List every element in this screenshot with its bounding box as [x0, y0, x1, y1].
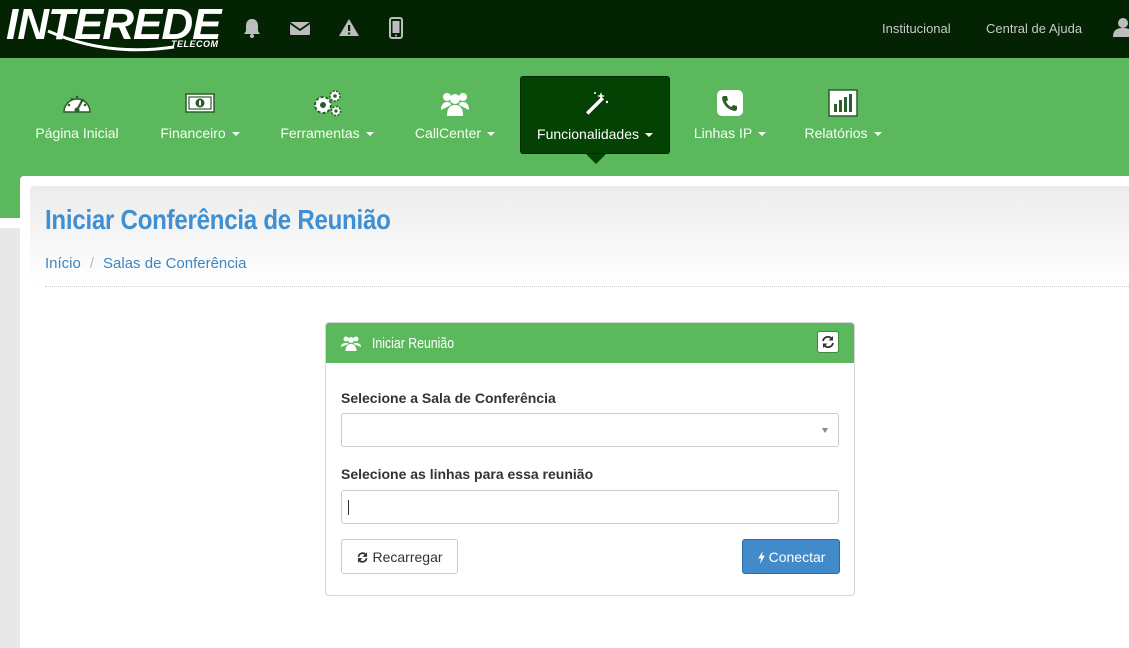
magic-wand-icon [585, 92, 609, 115]
lines-input-label: Selecione as linhas para essa reunião [341, 466, 594, 482]
caret-down-icon [365, 132, 374, 137]
brand-sub: TELECOM [171, 39, 219, 49]
caret-down-icon [487, 132, 496, 137]
breadcrumb-separator: / [89, 255, 95, 272]
bar-chart-icon [828, 89, 858, 117]
user-icon[interactable] [1112, 16, 1129, 38]
nav-label: Financeiro [150, 125, 250, 141]
connect-button-label: Conectar [768, 549, 826, 565]
nav-item-pagina-inicial[interactable]: Página Inicial [22, 76, 132, 154]
phone-icon [717, 90, 743, 116]
users-icon [341, 336, 361, 351]
lines-input[interactable] [341, 490, 839, 524]
reload-button[interactable]: Recarregar [341, 539, 458, 574]
nav-label: Relatórios [794, 125, 892, 141]
mobile-icon[interactable] [385, 17, 407, 39]
refresh-icon [822, 336, 834, 348]
nav-item-callcenter[interactable]: CallCenter [404, 76, 506, 154]
connect-button[interactable]: Conectar [742, 539, 840, 574]
chevron-down-icon [822, 428, 828, 433]
caret-down-icon [758, 132, 767, 137]
active-nav-pointer [586, 154, 606, 164]
nav-item-ferramentas[interactable]: Ferramentas [268, 76, 386, 154]
nav-item-relatorios[interactable]: Relatórios [794, 76, 892, 154]
page-title: Iniciar Conferência de Reunião [45, 204, 391, 235]
card-refresh-button[interactable] [817, 331, 839, 353]
room-select-label: Selecione a Sala de Conferência [341, 390, 556, 406]
nav-label: CallCenter [404, 125, 506, 141]
caret-down-icon [873, 132, 882, 137]
header-divider [45, 286, 1129, 287]
link-central-de-ajuda[interactable]: Central de Ajuda [986, 21, 1082, 36]
top-bar: INTEREDE TELECOM Institucional Central d… [0, 0, 1129, 58]
breadcrumb: Início / Salas de Conferência [45, 255, 246, 272]
start-meeting-card: Iniciar Reunião Selecione a Sala de Conf… [325, 322, 855, 596]
money-icon [185, 93, 215, 113]
bell-icon[interactable] [241, 17, 263, 39]
nav-item-linhas-ip[interactable]: Linhas IP [684, 76, 776, 154]
bolt-icon [757, 551, 765, 564]
nav-item-funcionalidades[interactable]: Funcionalidades [520, 76, 670, 154]
dashboard-icon [63, 95, 91, 113]
brand-logo[interactable]: INTEREDE TELECOM [6, 3, 228, 53]
nav-label: Página Inicial [35, 125, 119, 141]
card-title: Iniciar Reunião [372, 335, 455, 352]
warning-icon[interactable] [338, 17, 360, 39]
text-cursor [348, 500, 349, 515]
envelope-icon[interactable] [289, 17, 311, 39]
link-institucional[interactable]: Institucional [882, 21, 951, 36]
card-header: Iniciar Reunião [326, 323, 854, 363]
room-select[interactable] [341, 413, 839, 447]
caret-down-icon [231, 132, 240, 137]
nav-label: Funcionalidades [521, 126, 669, 142]
reload-button-label: Recarregar [372, 549, 443, 565]
users-icon [441, 93, 469, 116]
content-left-edge [0, 218, 20, 228]
nav-item-financeiro[interactable]: Financeiro [150, 76, 250, 154]
refresh-icon [358, 552, 368, 563]
nav-label: Linhas IP [684, 125, 776, 141]
caret-down-icon [644, 133, 653, 138]
nav-label: Ferramentas [268, 125, 386, 141]
breadcrumb-inicio[interactable]: Início [45, 255, 81, 272]
breadcrumb-salas-de-conferencia[interactable]: Salas de Conferência [103, 255, 246, 272]
gears-icon [314, 90, 342, 117]
